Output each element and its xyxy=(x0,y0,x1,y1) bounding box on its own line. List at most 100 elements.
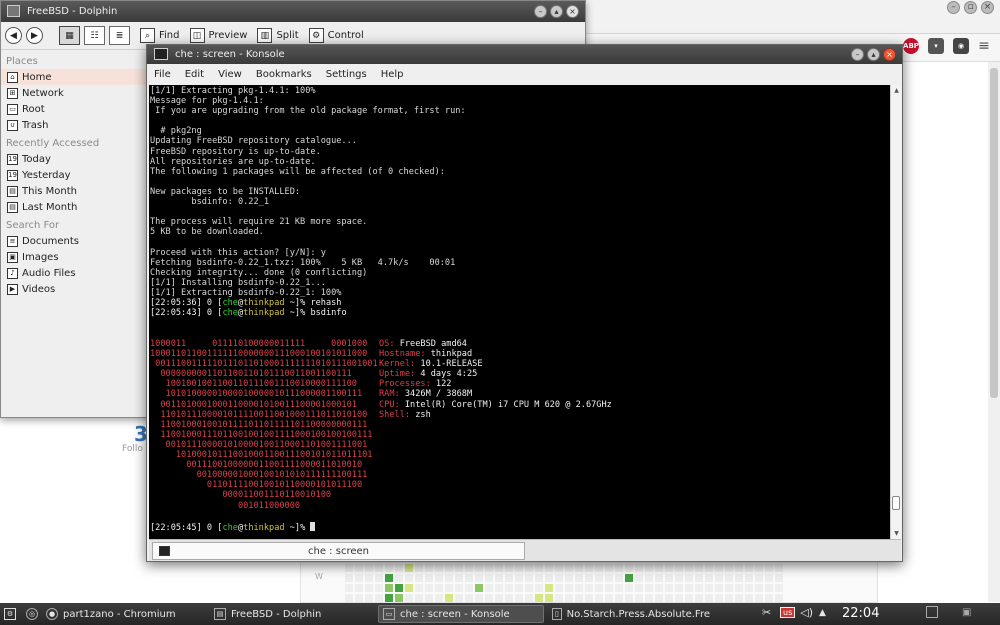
contribution-cell[interactable] xyxy=(585,564,593,572)
contribution-cell[interactable] xyxy=(395,594,403,602)
contribution-cell[interactable] xyxy=(365,594,373,602)
contribution-cell[interactable] xyxy=(765,564,773,572)
contribution-cell[interactable] xyxy=(505,564,513,572)
back-icon[interactable]: ◀ xyxy=(5,27,22,44)
contribution-cell[interactable] xyxy=(395,584,403,592)
contribution-cell[interactable] xyxy=(485,574,493,582)
contribution-cell[interactable] xyxy=(615,594,623,602)
contribution-cell[interactable] xyxy=(735,574,743,582)
contribution-cell[interactable] xyxy=(415,564,423,572)
control-button[interactable]: ⚙ Control xyxy=(308,28,364,43)
contribution-cell[interactable] xyxy=(415,584,423,592)
contribution-cell[interactable] xyxy=(535,594,543,602)
contribution-cell[interactable] xyxy=(635,574,643,582)
contribution-cell[interactable] xyxy=(365,574,373,582)
contribution-cell[interactable] xyxy=(525,594,533,602)
contribution-cell[interactable] xyxy=(615,584,623,592)
contribution-cell[interactable] xyxy=(775,594,783,602)
contribution-cell[interactable] xyxy=(505,594,513,602)
contribution-cell[interactable] xyxy=(535,564,543,572)
find-button[interactable]: ⌕ Find xyxy=(140,28,180,43)
contribution-cell[interactable] xyxy=(625,584,633,592)
contribution-cell[interactable] xyxy=(695,574,703,582)
menu-icon[interactable]: ≡ xyxy=(978,38,990,54)
pager-icon[interactable]: ▣ xyxy=(962,607,971,618)
contribution-cell[interactable] xyxy=(525,574,533,582)
contribution-cell[interactable] xyxy=(655,594,663,602)
contribution-cell[interactable] xyxy=(345,574,353,582)
contribution-cell[interactable] xyxy=(385,594,393,602)
task-chromium[interactable]: ● part1zano - Chromium xyxy=(42,605,202,623)
contribution-cell[interactable] xyxy=(725,594,733,602)
contribution-cell[interactable] xyxy=(395,564,403,572)
contribution-cell[interactable] xyxy=(375,574,383,582)
contribution-cell[interactable] xyxy=(675,574,683,582)
contribution-cell[interactable] xyxy=(445,574,453,582)
contribution-cell[interactable] xyxy=(665,594,673,602)
contribution-cell[interactable] xyxy=(745,584,753,592)
contribution-cell[interactable] xyxy=(445,584,453,592)
contribution-cell[interactable] xyxy=(375,594,383,602)
contribution-cell[interactable] xyxy=(705,574,713,582)
contribution-cell[interactable] xyxy=(545,594,553,602)
places-item-last-month[interactable]: ▤ Last Month xyxy=(1,199,149,215)
contribution-cell[interactable] xyxy=(395,574,403,582)
dolphin-titlebar[interactable]: FreeBSD - Dolphin – ▴ × xyxy=(1,1,585,22)
places-item-home[interactable]: ⌂ Home xyxy=(1,69,149,85)
contribution-cell[interactable] xyxy=(655,574,663,582)
contribution-cell[interactable] xyxy=(425,574,433,582)
contribution-cell[interactable] xyxy=(705,564,713,572)
forward-icon[interactable]: ▶ xyxy=(26,27,43,44)
places-item-audio-files[interactable]: ♪ Audio Files xyxy=(1,265,149,281)
contribution-cell[interactable] xyxy=(695,584,703,592)
contribution-cell[interactable] xyxy=(615,564,623,572)
contribution-cell[interactable] xyxy=(465,584,473,592)
contribution-cell[interactable] xyxy=(775,574,783,582)
places-item-images[interactable]: ▣ Images xyxy=(1,249,149,265)
contribution-cell[interactable] xyxy=(555,564,563,572)
icons-view-icon[interactable]: ▦ xyxy=(59,26,80,45)
contribution-cell[interactable] xyxy=(475,564,483,572)
contribution-cell[interactable] xyxy=(735,584,743,592)
minimize-button[interactable]: – xyxy=(947,1,960,14)
scrollbar-thumb[interactable] xyxy=(990,68,998,398)
contribution-cell[interactable] xyxy=(435,584,443,592)
contribution-cell[interactable] xyxy=(405,564,413,572)
contribution-cell[interactable] xyxy=(775,584,783,592)
contribution-cell[interactable] xyxy=(695,564,703,572)
contribution-cell[interactable] xyxy=(345,564,353,572)
contribution-cell[interactable] xyxy=(605,594,613,602)
contribution-cell[interactable] xyxy=(405,584,413,592)
contribution-cell[interactable] xyxy=(575,574,583,582)
contribution-cell[interactable] xyxy=(595,594,603,602)
contribution-cell[interactable] xyxy=(495,564,503,572)
contribution-cell[interactable] xyxy=(715,584,723,592)
abp-icon[interactable]: ABP xyxy=(903,38,919,54)
contribution-cell[interactable] xyxy=(465,594,473,602)
volume-icon[interactable]: ◁) xyxy=(800,606,813,619)
contribution-cell[interactable] xyxy=(405,574,413,582)
maximize-button[interactable]: ▫ xyxy=(964,1,977,14)
contribution-cell[interactable] xyxy=(425,564,433,572)
contribution-cell[interactable] xyxy=(765,594,773,602)
contribution-cell[interactable] xyxy=(485,584,493,592)
contribution-cell[interactable] xyxy=(555,574,563,582)
contribution-cell[interactable] xyxy=(605,574,613,582)
maximize-button[interactable]: ▴ xyxy=(867,48,880,61)
contribution-cell[interactable] xyxy=(385,564,393,572)
tools-icon[interactable]: ✂ xyxy=(762,606,776,619)
places-item-trash[interactable]: ∪ Trash xyxy=(1,117,149,133)
places-item-documents[interactable]: ≡ Documents xyxy=(1,233,149,249)
spy-icon[interactable]: ◉ xyxy=(953,38,969,54)
kde-menu-button[interactable]: ⚙ xyxy=(2,605,16,623)
contribution-cell[interactable] xyxy=(665,574,673,582)
places-item-root[interactable]: ▭ Root xyxy=(1,101,149,117)
contribution-cell[interactable] xyxy=(495,584,503,592)
contribution-cell[interactable] xyxy=(405,594,413,602)
network-icon[interactable] xyxy=(926,606,938,618)
contribution-cell[interactable] xyxy=(705,584,713,592)
contribution-cell[interactable] xyxy=(375,584,383,592)
contribution-cell[interactable] xyxy=(725,574,733,582)
contribution-cell[interactable] xyxy=(665,584,673,592)
contribution-cell[interactable] xyxy=(655,564,663,572)
